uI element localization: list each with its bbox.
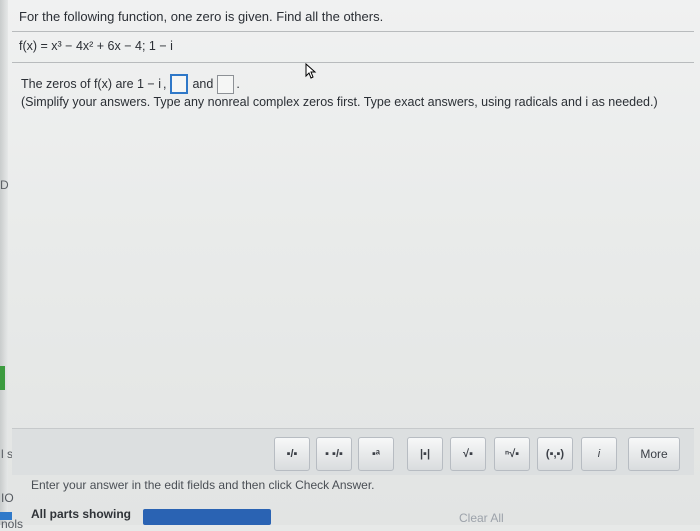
clear-all-button[interactable]: Clear All [459, 511, 504, 525]
divider [12, 62, 694, 63]
square-root-button-label: √▪ [463, 448, 473, 460]
answer-line: The zeros of f(x) are 1 − i , and . [21, 74, 240, 94]
left-blue-indicator [0, 512, 12, 520]
left-slice-text: IO [1, 491, 14, 505]
progress-bar [143, 509, 271, 525]
nth-root-button[interactable]: ⁿ√▪ [494, 437, 530, 471]
answer-connector: and [192, 77, 214, 91]
parts-showing-label: All parts showing [31, 507, 132, 521]
zero-input-2[interactable] [217, 74, 235, 94]
answer-prefix: The zeros of f(x) are 1 − i [21, 77, 161, 91]
imaginary-unit-button-label: i [597, 448, 601, 460]
exponent-button-label: ▪ᵃ [371, 448, 381, 460]
fraction-button[interactable]: ▪/▪ [274, 437, 310, 471]
answer-suffix: . [236, 77, 240, 91]
more-button[interactable]: More [628, 437, 680, 471]
fraction-button-label: ▪/▪ [286, 448, 298, 460]
question-screen: D For the following function, one zero i… [0, 0, 700, 531]
ordered-pair-button[interactable]: (▪,▪) [537, 437, 573, 471]
nth-root-button-label: ⁿ√▪ [504, 448, 520, 460]
mixed-number-button[interactable]: ▪ ▪/▪ [316, 437, 352, 471]
imaginary-unit-button[interactable]: i [581, 437, 617, 471]
left-marker: D [0, 178, 9, 192]
divider [12, 31, 694, 32]
absolute-value-button[interactable]: |▪| [407, 437, 443, 471]
zero-input-1[interactable] [170, 74, 189, 94]
instructions: (Simplify your answers. Type any nonreal… [21, 95, 658, 109]
mixed-number-button-label: ▪ ▪/▪ [325, 448, 343, 460]
function-expression: f(x) = x³ − 4x² + 6x − 4; 1 − i [19, 39, 173, 53]
exponent-button[interactable]: ▪ᵃ [358, 437, 394, 471]
ordered-pair-button-label: (▪,▪) [545, 448, 565, 460]
mouse-cursor-icon [305, 63, 317, 79]
answer-separator: , [162, 77, 167, 91]
math-toolbar: ▪/▪ ▪ ▪/▪ ▪ᵃ |▪| √▪ ⁿ√▪ (▪,▪) i More [12, 428, 694, 475]
status-message: Enter your answer in the edit fields and… [31, 478, 375, 492]
question-title: For the following function, one zero is … [19, 9, 384, 24]
square-root-button[interactable]: √▪ [450, 437, 486, 471]
green-indicator [0, 366, 5, 390]
more-button-label: More [640, 447, 668, 461]
absolute-value-button-label: |▪| [419, 448, 431, 460]
